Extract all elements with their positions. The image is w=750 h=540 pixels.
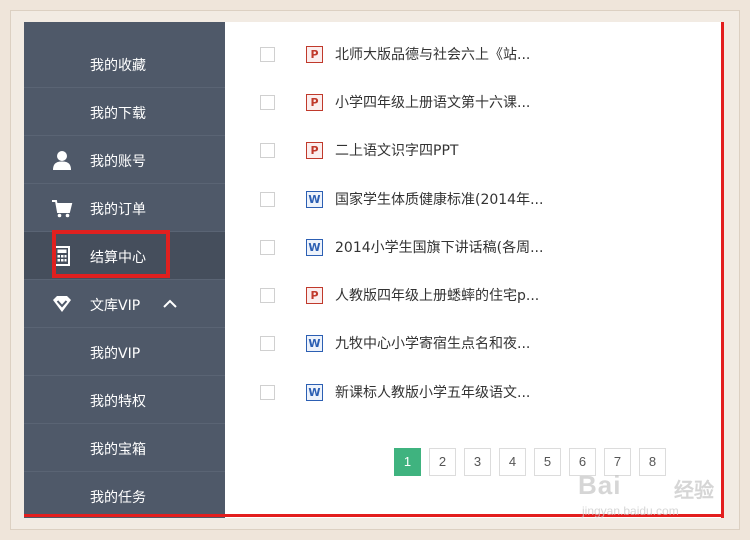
page-button-2[interactable]: 2 bbox=[429, 448, 456, 476]
baidu-jingyan-watermark: Bai 经验 jingyan.baidu.com bbox=[578, 470, 738, 530]
row-checkbox[interactable] bbox=[260, 47, 275, 62]
list-item[interactable]: P 北师大版品德与社会六上《站... bbox=[254, 34, 704, 74]
document-title[interactable]: 二上语文识字四PPT bbox=[335, 140, 458, 160]
list-item[interactable]: W 国家学生体质健康标准(2014年... bbox=[254, 179, 704, 219]
watermark-brand: Bai bbox=[578, 470, 622, 500]
sidebar-item-label: 我的VIP bbox=[90, 346, 141, 362]
word-file-icon: W bbox=[306, 384, 323, 401]
sidebar-item-privileges[interactable]: 我的特权 bbox=[24, 376, 225, 424]
sidebar-item-orders[interactable]: 我的订单 bbox=[24, 184, 225, 232]
document-title[interactable]: 国家学生体质健康标准(2014年... bbox=[335, 189, 543, 209]
row-checkbox[interactable] bbox=[260, 192, 275, 207]
row-checkbox[interactable] bbox=[260, 288, 275, 303]
list-item[interactable]: P 人教版四年级上册蟋蟀的住宅p... bbox=[254, 275, 704, 315]
list-item[interactable]: W 2014小学生国旗下讲话稿(各周... bbox=[254, 227, 704, 267]
content-panel: 我的收藏 我的下载 我的账号 我的订单 结算中心 文库VIP 我的VIP 我的特… bbox=[24, 22, 724, 518]
word-file-icon: W bbox=[306, 191, 323, 208]
sidebar-item-label: 我的任务 bbox=[90, 490, 146, 506]
page-button-1[interactable]: 1 bbox=[394, 448, 421, 476]
row-checkbox[interactable] bbox=[260, 385, 275, 400]
row-checkbox[interactable] bbox=[260, 143, 275, 158]
watermark-brand-cn: 经验 bbox=[674, 480, 714, 502]
sidebar-item-label: 我的下载 bbox=[90, 106, 146, 122]
annotation-line-right bbox=[721, 22, 724, 518]
sidebar-item-label: 我的宝箱 bbox=[90, 442, 146, 458]
list-item[interactable]: W 新课标人教版小学五年级语文... bbox=[254, 372, 704, 412]
sidebar-item-downloads[interactable]: 我的下载 bbox=[24, 88, 225, 136]
word-file-icon: W bbox=[306, 239, 323, 256]
list-item[interactable]: P 小学四年级上册语文第十六课... bbox=[254, 82, 704, 122]
row-checkbox[interactable] bbox=[260, 336, 275, 351]
sidebar-item-label: 我的订单 bbox=[90, 202, 146, 218]
document-title[interactable]: 北师大版品德与社会六上《站... bbox=[335, 44, 530, 64]
ppt-file-icon: P bbox=[306, 94, 323, 111]
document-title[interactable]: 人教版四年级上册蟋蟀的住宅p... bbox=[335, 285, 539, 305]
page-button-5[interactable]: 5 bbox=[534, 448, 561, 476]
page-button-4[interactable]: 4 bbox=[499, 448, 526, 476]
row-checkbox[interactable] bbox=[260, 95, 275, 110]
sidebar-item-my-vip[interactable]: 我的VIP bbox=[24, 328, 225, 376]
document-title[interactable]: 2014小学生国旗下讲话稿(各周... bbox=[335, 237, 543, 257]
document-title[interactable]: 九牧中心小学寄宿生点名和夜... bbox=[335, 333, 530, 353]
ppt-file-icon: P bbox=[306, 46, 323, 63]
user-icon bbox=[53, 151, 71, 170]
sidebar-item-favorites[interactable]: 我的收藏 bbox=[24, 40, 225, 88]
ppt-file-icon: P bbox=[306, 287, 323, 304]
row-checkbox[interactable] bbox=[260, 240, 275, 255]
document-title[interactable]: 新课标人教版小学五年级语文... bbox=[335, 382, 530, 402]
sidebar-item-label: 我的账号 bbox=[90, 154, 146, 170]
sidebar-item-label: 我的特权 bbox=[90, 394, 146, 410]
ppt-file-icon: P bbox=[306, 142, 323, 159]
sidebar-item-treasure-box[interactable]: 我的宝箱 bbox=[24, 424, 225, 472]
list-item[interactable]: W 九牧中心小学寄宿生点名和夜... bbox=[254, 323, 704, 363]
page-button-3[interactable]: 3 bbox=[464, 448, 491, 476]
sidebar-item-label: 文库VIP bbox=[90, 298, 141, 314]
document-title[interactable]: 小学四年级上册语文第十六课... bbox=[335, 92, 530, 112]
sidebar-item-vip[interactable]: 文库VIP bbox=[24, 280, 225, 328]
diamond-icon bbox=[53, 296, 71, 312]
watermark-url: jingyan.baidu.com bbox=[582, 504, 679, 518]
highlight-box bbox=[52, 230, 170, 278]
sidebar-item-tasks[interactable]: 我的任务 bbox=[24, 472, 225, 520]
chevron-up-icon[interactable] bbox=[162, 296, 178, 312]
sidebar-item-label: 我的收藏 bbox=[90, 58, 146, 74]
word-file-icon: W bbox=[306, 335, 323, 352]
sidebar-item-account[interactable]: 我的账号 bbox=[24, 136, 225, 184]
list-item[interactable]: P 二上语文识字四PPT bbox=[254, 130, 704, 170]
cart-icon bbox=[52, 200, 73, 218]
